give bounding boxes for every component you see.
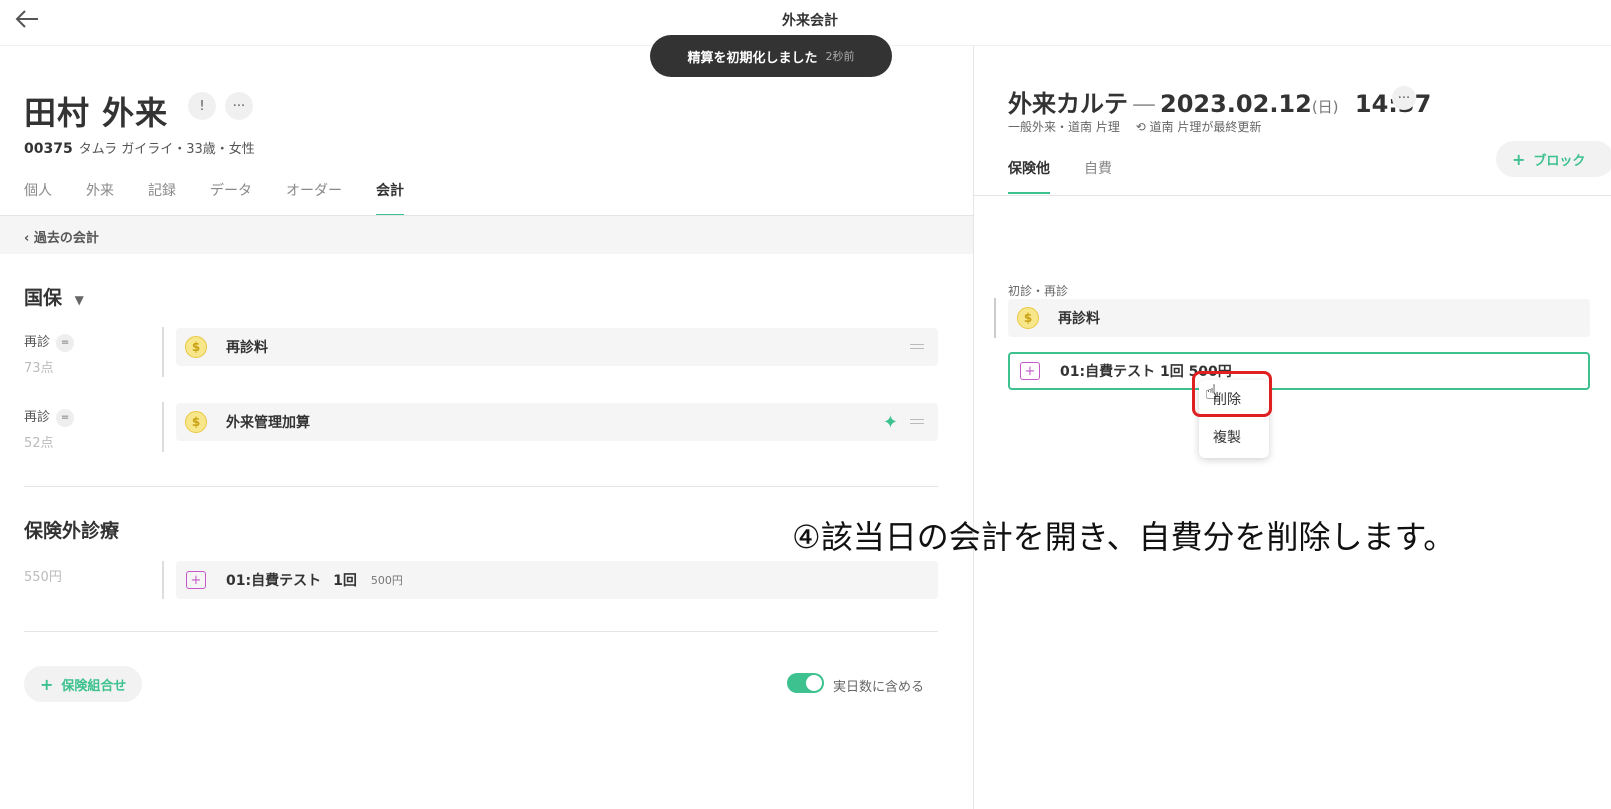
tab-outpatient[interactable]: 外来 [86,180,114,216]
actual-days-toggle[interactable] [787,673,824,693]
billing-item-card[interactable]: $ 外来管理加算 ✦ [176,403,938,441]
patient-id: 00375 [24,141,73,157]
insurance-type-dropdown[interactable]: 国保 ▼ [24,283,84,310]
add-block-label: ブロック [1533,153,1586,169]
chart-item-card-selected[interactable]: + 01:自費テスト 1回 500円 [1008,352,1590,390]
duplicate-menu-item[interactable]: 複製 [1199,418,1269,456]
non-insured-amount: 550円 [24,570,62,585]
item-kind: 再診 = [24,406,75,427]
caret-down-icon: ▼ [74,293,84,307]
tab-orders[interactable]: オーダー [286,180,342,216]
past-billing-link[interactable]: ‹ 過去の会計 [0,216,973,254]
hand-cursor-icon: ☝ [1205,380,1218,404]
chart-section-label: 初診・再診 [1008,284,1069,298]
chart-meta: 一般外来・道南 片理 ⟲ 道南 片理が最終更新 [1008,118,1261,135]
self-pay-item-qty: 1回 [333,573,357,589]
chart-item-card[interactable]: $ 再診料 [1008,299,1590,337]
patient-tabs: 個人 外来 記録 データ オーダー 会計 [24,180,438,216]
chart-tabs: 保険他 自費 [1008,158,1146,194]
self-pay-item-price: 500円 [370,574,403,587]
back-arrow-icon[interactable] [14,8,40,30]
section-divider [24,631,938,632]
chart-more-icon[interactable]: ··· [1392,86,1416,110]
chart-panel: 外来カルテ—2023.02.12(日) 14:37 ··· 一般外来・道南 片理… [974,46,1611,809]
item-divider [162,402,164,452]
coin-icon: $ [176,403,216,441]
billing-item-name: 外来管理加算 [226,415,310,431]
past-billing-label: 過去の会計 [33,231,99,246]
billing-item-name: 再診料 [226,340,268,356]
highlight-box [1192,371,1272,417]
billing-item-card[interactable]: $ 再診料 [176,328,938,366]
actual-days-label: 実日数に含める [833,680,925,695]
sparkle-icon[interactable]: ✦ [883,412,898,433]
item-points: 52点 [24,436,54,451]
chart-tab-divider [974,195,1611,196]
alert-icon[interactable]: ! [188,92,216,120]
item-kind-label: 再診 [24,410,51,425]
more-icon[interactable]: ··· [225,92,253,120]
title-dash: — [1132,90,1156,118]
equal-icon[interactable]: = [56,333,75,352]
item-divider [162,327,164,377]
insurance-type-label: 国保 [24,287,63,309]
coin-icon: $ [176,328,216,366]
billing-panel: 田村 外来 ! ··· 00375 タムラ ガイライ・33歳・女性 個人 外来 記… [0,46,973,809]
chart-title: 外来カルテ—2023.02.12(日) 14:37 [1008,84,1431,119]
equal-icon[interactable]: = [56,408,75,427]
drag-handle-icon[interactable] [910,419,924,424]
tab-billing[interactable]: 会計 [376,180,404,216]
item-divider [162,561,164,599]
non-insured-title: 保険外診療 [24,520,120,542]
add-insurance-combo-button[interactable]: + 保険組合せ [24,666,143,702]
chart-name: 外来カルテ [1008,90,1128,118]
patient-info: 00375 タムラ ガイライ・33歳・女性 [24,138,255,157]
add-block-button[interactable]: + ブロック [1496,141,1611,177]
history-icon: ⟲ [1135,120,1146,134]
item-points: 73点 [24,361,54,376]
tab-data[interactable]: データ [210,180,252,216]
medical-box-icon: + [1010,352,1050,390]
chevron-left-icon: ‹ [24,231,34,246]
plus-icon: + [40,674,54,694]
drag-handle-icon[interactable] [910,344,924,349]
item-kind-label: 再診 [24,335,51,350]
patient-details: タムラ ガイライ・33歳・女性 [78,142,255,157]
tab-records[interactable]: 記録 [148,180,176,216]
coin-icon: $ [1008,299,1048,337]
chart-meta-right: 道南 片理が最終更新 [1149,120,1262,134]
plus-icon: + [1512,149,1526,169]
tab-personal[interactable]: 個人 [24,180,52,216]
section-divider [24,486,938,487]
chart-date: 2023.02.12 [1160,90,1312,118]
tab-insurance-other[interactable]: 保険他 [1008,158,1050,194]
item-kind: 再診 = [24,331,75,352]
chart-dow: (日) [1311,98,1339,116]
add-insurance-combo-label: 保険組合せ [61,678,127,694]
chart-item-name: 再診料 [1058,311,1100,327]
chart-meta-left: 一般外来・道南 片理 [1008,120,1120,134]
patient-name: 田村 外来 [24,94,169,132]
instruction-annotation: ④該当日の会計を開き、自費分を削除します。 [792,518,1456,556]
medical-box-icon: + [176,561,216,599]
chart-item-divider [994,298,996,338]
self-pay-item-card[interactable]: + 01:自費テスト 1回 500円 [176,561,938,599]
tab-self-pay[interactable]: 自費 [1084,158,1112,194]
page-title: 外来会計 [782,13,838,29]
self-pay-item-name: 01:自費テスト [226,573,322,589]
